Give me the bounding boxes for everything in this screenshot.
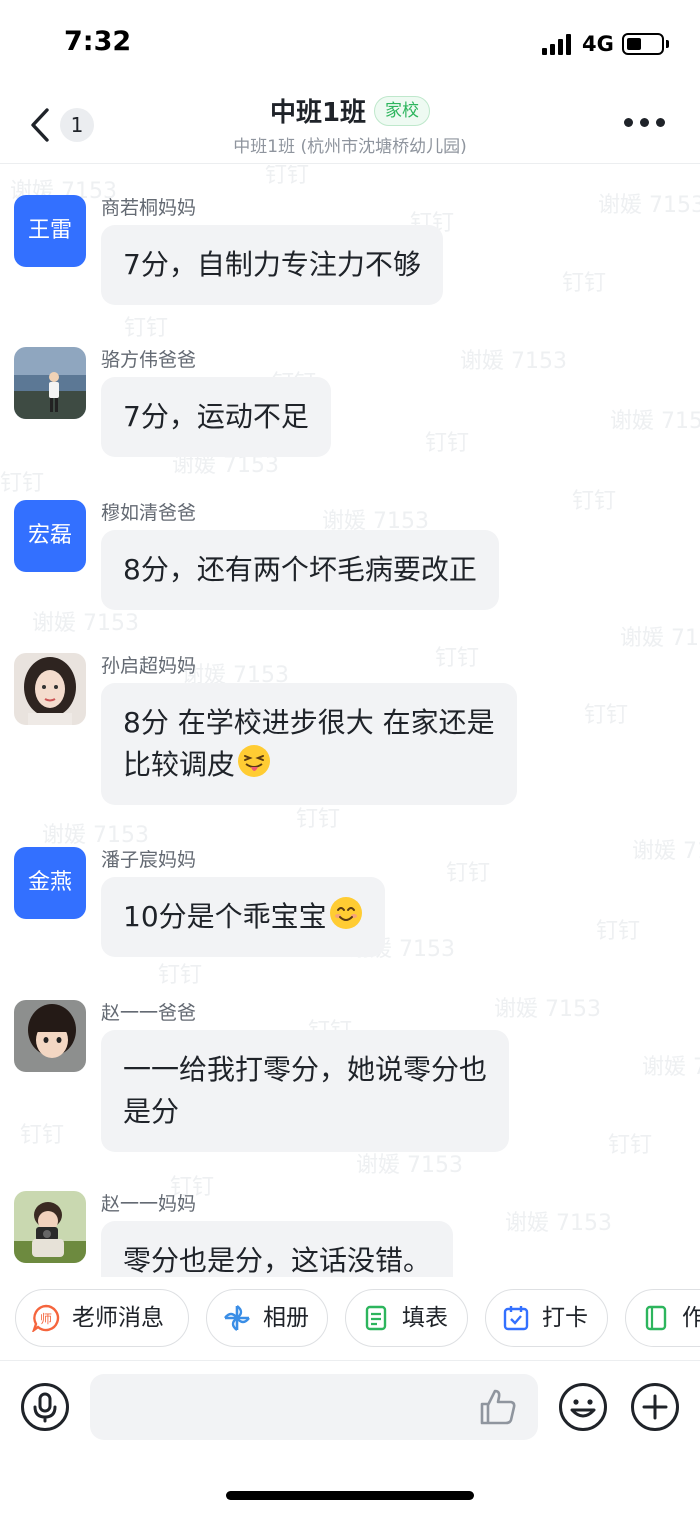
message-bubble[interactable]: 7分，运动不足: [101, 377, 331, 457]
status-time: 7:32: [64, 26, 132, 57]
chip-form[interactable]: 填表: [345, 1289, 468, 1347]
home-indicator: [226, 1491, 474, 1500]
teacher-message-icon: 师: [32, 1304, 60, 1332]
battery-tip: [666, 40, 669, 48]
watermark: 钉钉: [572, 489, 617, 514]
chip-teacher-message[interactable]: 师 老师消息: [15, 1289, 189, 1347]
avatar[interactable]: [14, 1000, 86, 1072]
message-bubble[interactable]: 8分，还有两个坏毛病要改正: [101, 530, 499, 610]
svg-text:师: 师: [40, 1312, 52, 1326]
message-bubble[interactable]: 一一给我打零分，她说零分也 是分: [101, 1030, 510, 1152]
thumbs-up-icon[interactable]: [478, 1388, 518, 1426]
watermark: 谢媛 7153: [460, 349, 567, 374]
photo-child-icon: [14, 1000, 86, 1072]
message-list[interactable]: 谢媛 7153 钉钉 谢媛 7153 钉钉 钉钉 钉钉 谢媛 7153 钉钉 谢…: [0, 165, 700, 1277]
avatar[interactable]: [14, 653, 86, 725]
watermark: 谢媛 7153: [610, 409, 700, 434]
smile-emoji-icon: [329, 897, 362, 929]
chip-label: 老师消息: [72, 1305, 164, 1331]
sender-name: 孙启超妈妈: [101, 655, 197, 677]
sender-name: 赵一一妈妈: [101, 1193, 197, 1215]
network-label: 4G: [582, 32, 614, 56]
battery-icon: [622, 33, 664, 55]
watermark: 钉钉: [562, 271, 607, 296]
chip-label: 作: [682, 1290, 700, 1346]
quick-action-bar[interactable]: 师 老师消息 相册 填表 打卡 作: [0, 1277, 700, 1361]
watermark: 钉钉: [584, 703, 629, 728]
input-bar: [0, 1362, 700, 1515]
sender-name: 骆方伟爸爸: [101, 349, 197, 371]
message-text: 零分也是分，这话没错。: [123, 1244, 432, 1277]
watermark: 钉钉: [435, 646, 480, 671]
signal-icon: [542, 33, 574, 55]
more-icon[interactable]: [624, 118, 666, 130]
avatar[interactable]: 宏磊: [14, 500, 86, 572]
check-in-icon: [503, 1306, 529, 1331]
message-text: 8分，还有两个坏毛病要改正: [123, 553, 477, 586]
voice-input-icon[interactable]: [20, 1382, 70, 1432]
message-text: 7分，运动不足: [123, 400, 309, 433]
chat-title[interactable]: 中班1班: [270, 92, 366, 129]
chip-homework[interactable]: 作: [625, 1289, 700, 1347]
watermark: 谢媛 7153: [632, 839, 700, 864]
watermark: 钉钉: [124, 316, 169, 341]
message-bubble[interactable]: 零分也是分，这话没错。: [101, 1221, 454, 1277]
tongue-out-emoji-icon: [238, 745, 271, 777]
message-bubble[interactable]: 10分是个乖宝宝: [101, 877, 385, 957]
watermark: 钉钉: [0, 471, 45, 496]
home-school-tag: 家校: [374, 95, 431, 126]
watermark: 钉钉: [20, 1123, 65, 1148]
plus-icon[interactable]: [630, 1382, 680, 1432]
watermark: 谢媛 7153: [494, 997, 601, 1022]
message-text: 10分是个乖宝宝: [123, 900, 327, 933]
avatar[interactable]: 王雷: [14, 195, 86, 267]
photo-seaside-man-icon: [14, 347, 86, 419]
sender-name: 商若桐妈妈: [101, 197, 197, 219]
message-text-line: 8分 在学校进步很大 在家还是: [123, 706, 495, 739]
chip-label: 相册: [263, 1305, 309, 1331]
message-input[interactable]: [90, 1374, 538, 1440]
avatar[interactable]: 金燕: [14, 847, 86, 919]
message-text: 7分，自制力专注力不够: [123, 248, 421, 281]
sender-name: 赵一一爸爸: [101, 1002, 197, 1024]
sender-name: 穆如清爸爸: [101, 502, 197, 524]
message-bubble[interactable]: 8分 在学校进步很大 在家还是 比较调皮: [101, 683, 517, 805]
watermark: 谢媛 7153: [642, 1055, 700, 1080]
watermark: 钉钉: [158, 963, 203, 988]
chip-label: 打卡: [542, 1305, 588, 1331]
watermark: 钉钉: [265, 165, 310, 188]
chip-label: 填表: [402, 1305, 448, 1331]
watermark: 谢媛 7153: [505, 1211, 612, 1236]
watermark: 钉钉: [296, 807, 341, 832]
title-row: 中班1班 家校: [0, 92, 700, 129]
chip-album[interactable]: 相册: [206, 1289, 328, 1347]
chat-subtitle: 中班1班 (杭州市沈塘桥幼儿园): [233, 137, 467, 157]
avatar[interactable]: [14, 1191, 86, 1263]
photo-child-photographer-icon: [14, 1191, 86, 1263]
message-bubble[interactable]: 7分，自制力专注力不够: [101, 225, 443, 305]
message-text-line: 比较调皮: [123, 748, 236, 781]
watermark: 谢媛 7153: [598, 193, 700, 218]
form-icon: [365, 1305, 387, 1331]
watermark: 钉钉: [446, 861, 491, 886]
watermark: 钉钉: [596, 919, 641, 944]
avatar[interactable]: [14, 347, 86, 419]
message-text-line: 一一给我打零分，她说零分也: [123, 1053, 488, 1086]
message-text-line: 是分: [123, 1095, 180, 1128]
chat-header: 1 中班1班 家校 中班1班 (杭州市沈塘桥幼儿园): [0, 88, 700, 164]
album-icon: [224, 1305, 250, 1331]
chip-check-in[interactable]: 打卡: [485, 1289, 608, 1347]
status-bar: 7:32 4G: [0, 0, 700, 88]
watermark: 钉钉: [608, 1133, 653, 1158]
emoji-picker-icon[interactable]: [558, 1382, 608, 1432]
watermark: 钉钉: [425, 431, 470, 456]
photo-woman-icon: [14, 653, 86, 725]
homework-icon: [645, 1305, 667, 1331]
sender-name: 潘子宸妈妈: [101, 849, 197, 871]
watermark: 谢媛 7153: [620, 626, 700, 651]
